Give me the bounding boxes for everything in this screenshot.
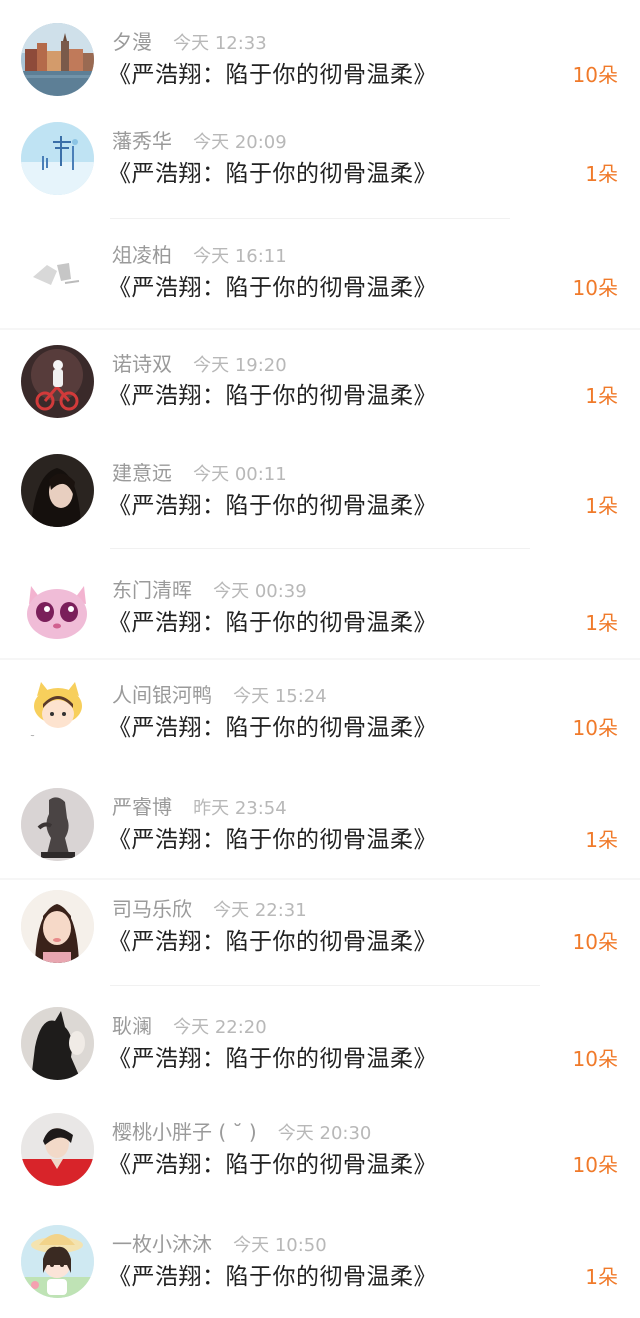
avatar[interactable] bbox=[21, 454, 94, 527]
avatar[interactable]: ~ bbox=[21, 674, 94, 747]
list-item[interactable]: 诺诗双 今天 19:20 《严浩翔：陷于你的彻骨温柔》 1朵 bbox=[0, 330, 640, 440]
gift-count: 1朵 bbox=[585, 611, 618, 635]
timestamp: 今天 22:20 bbox=[173, 1017, 267, 1038]
divider bbox=[110, 985, 540, 986]
timestamp: 今天 19:20 bbox=[193, 355, 287, 376]
work-title[interactable]: 《严浩翔：陷于你的彻骨温柔》 bbox=[108, 606, 437, 640]
silhouette-icon bbox=[21, 1007, 94, 1080]
user-name[interactable]: 俎凌柏 bbox=[112, 243, 172, 267]
svg-text:~: ~ bbox=[29, 732, 35, 740]
work-title[interactable]: 《严浩翔：陷于你的彻骨温柔》 bbox=[108, 1260, 437, 1294]
avatar[interactable] bbox=[21, 122, 94, 195]
user-name[interactable]: 一枚小沐沐 bbox=[112, 1232, 212, 1256]
work-title[interactable]: 《严浩翔：陷于你的彻骨温柔》 bbox=[108, 1148, 437, 1182]
list-item[interactable]: 夕漫 今天 12:33 《严浩翔：陷于你的彻骨温柔》 10朵 bbox=[0, 0, 640, 110]
gift-count: 10朵 bbox=[572, 1047, 618, 1071]
gift-count: 10朵 bbox=[572, 930, 618, 954]
list-item[interactable]: ~ 人间银河鸭 今天 15:24 《严浩翔：陷于你的彻骨温柔》 10朵 bbox=[0, 660, 640, 770]
avatar[interactable] bbox=[21, 572, 94, 645]
user-name[interactable]: 夕漫 bbox=[112, 30, 152, 54]
timestamp: 今天 20:09 bbox=[193, 132, 287, 153]
timestamp: 今天 16:11 bbox=[193, 246, 287, 267]
work-title[interactable]: 《严浩翔：陷于你的彻骨温柔》 bbox=[108, 1042, 437, 1076]
gift-count: 1朵 bbox=[585, 1265, 618, 1289]
avatar[interactable] bbox=[21, 1007, 94, 1080]
gift-list: 夕漫 今天 12:33 《严浩翔：陷于你的彻骨温柔》 10朵 藩秀华 今天 20… bbox=[0, 0, 640, 1316]
user-name[interactable]: 建意远 bbox=[112, 461, 172, 485]
avatar[interactable] bbox=[21, 235, 94, 308]
timestamp: 昨天 23:54 bbox=[193, 798, 287, 819]
list-item[interactable]: 樱桃小胖子 ( ˘ ) 今天 20:30 《严浩翔：陷于你的彻骨温柔》 10朵 bbox=[0, 1098, 640, 1208]
list-item[interactable]: 东门清晖 今天 00:39 《严浩翔：陷于你的彻骨温柔》 1朵 bbox=[0, 550, 640, 660]
work-title[interactable]: 《严浩翔：陷于你的彻骨温柔》 bbox=[108, 58, 437, 92]
avatar[interactable] bbox=[21, 1113, 94, 1186]
city-photo-icon bbox=[21, 23, 94, 96]
timestamp: 今天 20:30 bbox=[277, 1123, 372, 1144]
anime-girl-icon bbox=[21, 1225, 94, 1298]
work-title[interactable]: 《严浩翔：陷于你的彻骨温柔》 bbox=[108, 157, 437, 191]
avatar[interactable] bbox=[21, 23, 94, 96]
avatar[interactable] bbox=[21, 890, 94, 963]
avatar[interactable] bbox=[21, 1225, 94, 1298]
work-title[interactable]: 《严浩翔：陷于你的彻骨温柔》 bbox=[108, 379, 437, 413]
avatar[interactable] bbox=[21, 788, 94, 861]
user-name[interactable]: 樱桃小胖子 ( ˘ ) bbox=[112, 1120, 257, 1144]
gift-count: 10朵 bbox=[572, 276, 618, 300]
user-name[interactable]: 严睿博 bbox=[112, 795, 172, 819]
divider bbox=[110, 548, 530, 549]
timestamp: 今天 12:33 bbox=[173, 33, 267, 54]
avatar[interactable] bbox=[21, 345, 94, 418]
user-name[interactable]: 司马乐欣 bbox=[112, 897, 192, 921]
list-item[interactable]: 耿澜 今天 22:20 《严浩翔：陷于你的彻骨温柔》 10朵 bbox=[0, 988, 640, 1098]
user-name[interactable]: 诺诗双 bbox=[112, 352, 172, 376]
list-item[interactable]: 严睿博 昨天 23:54 《严浩翔：陷于你的彻骨温柔》 1朵 bbox=[0, 770, 640, 880]
list-item[interactable]: 藩秀华 今天 20:09 《严浩翔：陷于你的彻骨温柔》 1朵 bbox=[0, 110, 640, 220]
toy-bike-icon bbox=[21, 345, 94, 418]
portrait-icon bbox=[21, 454, 94, 527]
timestamp: 今天 15:24 bbox=[233, 686, 327, 707]
divider bbox=[110, 218, 510, 219]
work-title[interactable]: 《严浩翔：陷于你的彻骨温柔》 bbox=[108, 489, 437, 523]
timestamp: 今天 10:50 bbox=[233, 1235, 327, 1256]
gift-count: 1朵 bbox=[585, 384, 618, 408]
sky-calligraphy-icon bbox=[21, 122, 94, 195]
gift-count: 1朵 bbox=[585, 494, 618, 518]
list-item[interactable]: 一枚小沐沐 今天 10:50 《严浩翔：陷于你的彻骨温柔》 1朵 bbox=[0, 1208, 640, 1318]
gift-count: 10朵 bbox=[572, 716, 618, 740]
user-name[interactable]: 耿澜 bbox=[112, 1014, 152, 1038]
cartoon-cat-icon bbox=[21, 572, 94, 645]
gift-count: 10朵 bbox=[572, 1153, 618, 1177]
boy-red-shirt-icon bbox=[21, 1113, 94, 1186]
work-title[interactable]: 《严浩翔：陷于你的彻骨温柔》 bbox=[108, 271, 437, 305]
work-title[interactable]: 《严浩翔：陷于你的彻骨温柔》 bbox=[108, 925, 437, 959]
list-item[interactable]: 建意远 今天 00:11 《严浩翔：陷于你的彻骨温柔》 1朵 bbox=[0, 440, 640, 550]
user-name[interactable]: 藩秀华 bbox=[112, 129, 172, 153]
gift-count: 10朵 bbox=[572, 63, 618, 87]
work-title[interactable]: 《严浩翔：陷于你的彻骨温柔》 bbox=[108, 823, 437, 857]
timestamp: 今天 00:11 bbox=[193, 464, 287, 485]
user-name[interactable]: 东门清晖 bbox=[112, 578, 192, 602]
work-title[interactable]: 《严浩翔：陷于你的彻骨温柔》 bbox=[108, 711, 437, 745]
statue-icon bbox=[21, 788, 94, 861]
user-name[interactable]: 人间银河鸭 bbox=[112, 683, 212, 707]
list-item[interactable]: 俎凌柏 今天 16:11 《严浩翔：陷于你的彻骨温柔》 10朵 bbox=[0, 220, 640, 330]
sketch-icon bbox=[21, 235, 94, 308]
chibi-icon: ~ bbox=[21, 674, 94, 747]
girl-portrait-icon bbox=[21, 890, 94, 963]
timestamp: 今天 00:39 bbox=[213, 581, 307, 602]
list-item[interactable]: 司马乐欣 今天 22:31 《严浩翔：陷于你的彻骨温柔》 10朵 bbox=[0, 880, 640, 990]
gift-count: 1朵 bbox=[585, 828, 618, 852]
gift-count: 1朵 bbox=[585, 162, 618, 186]
timestamp: 今天 22:31 bbox=[213, 900, 307, 921]
